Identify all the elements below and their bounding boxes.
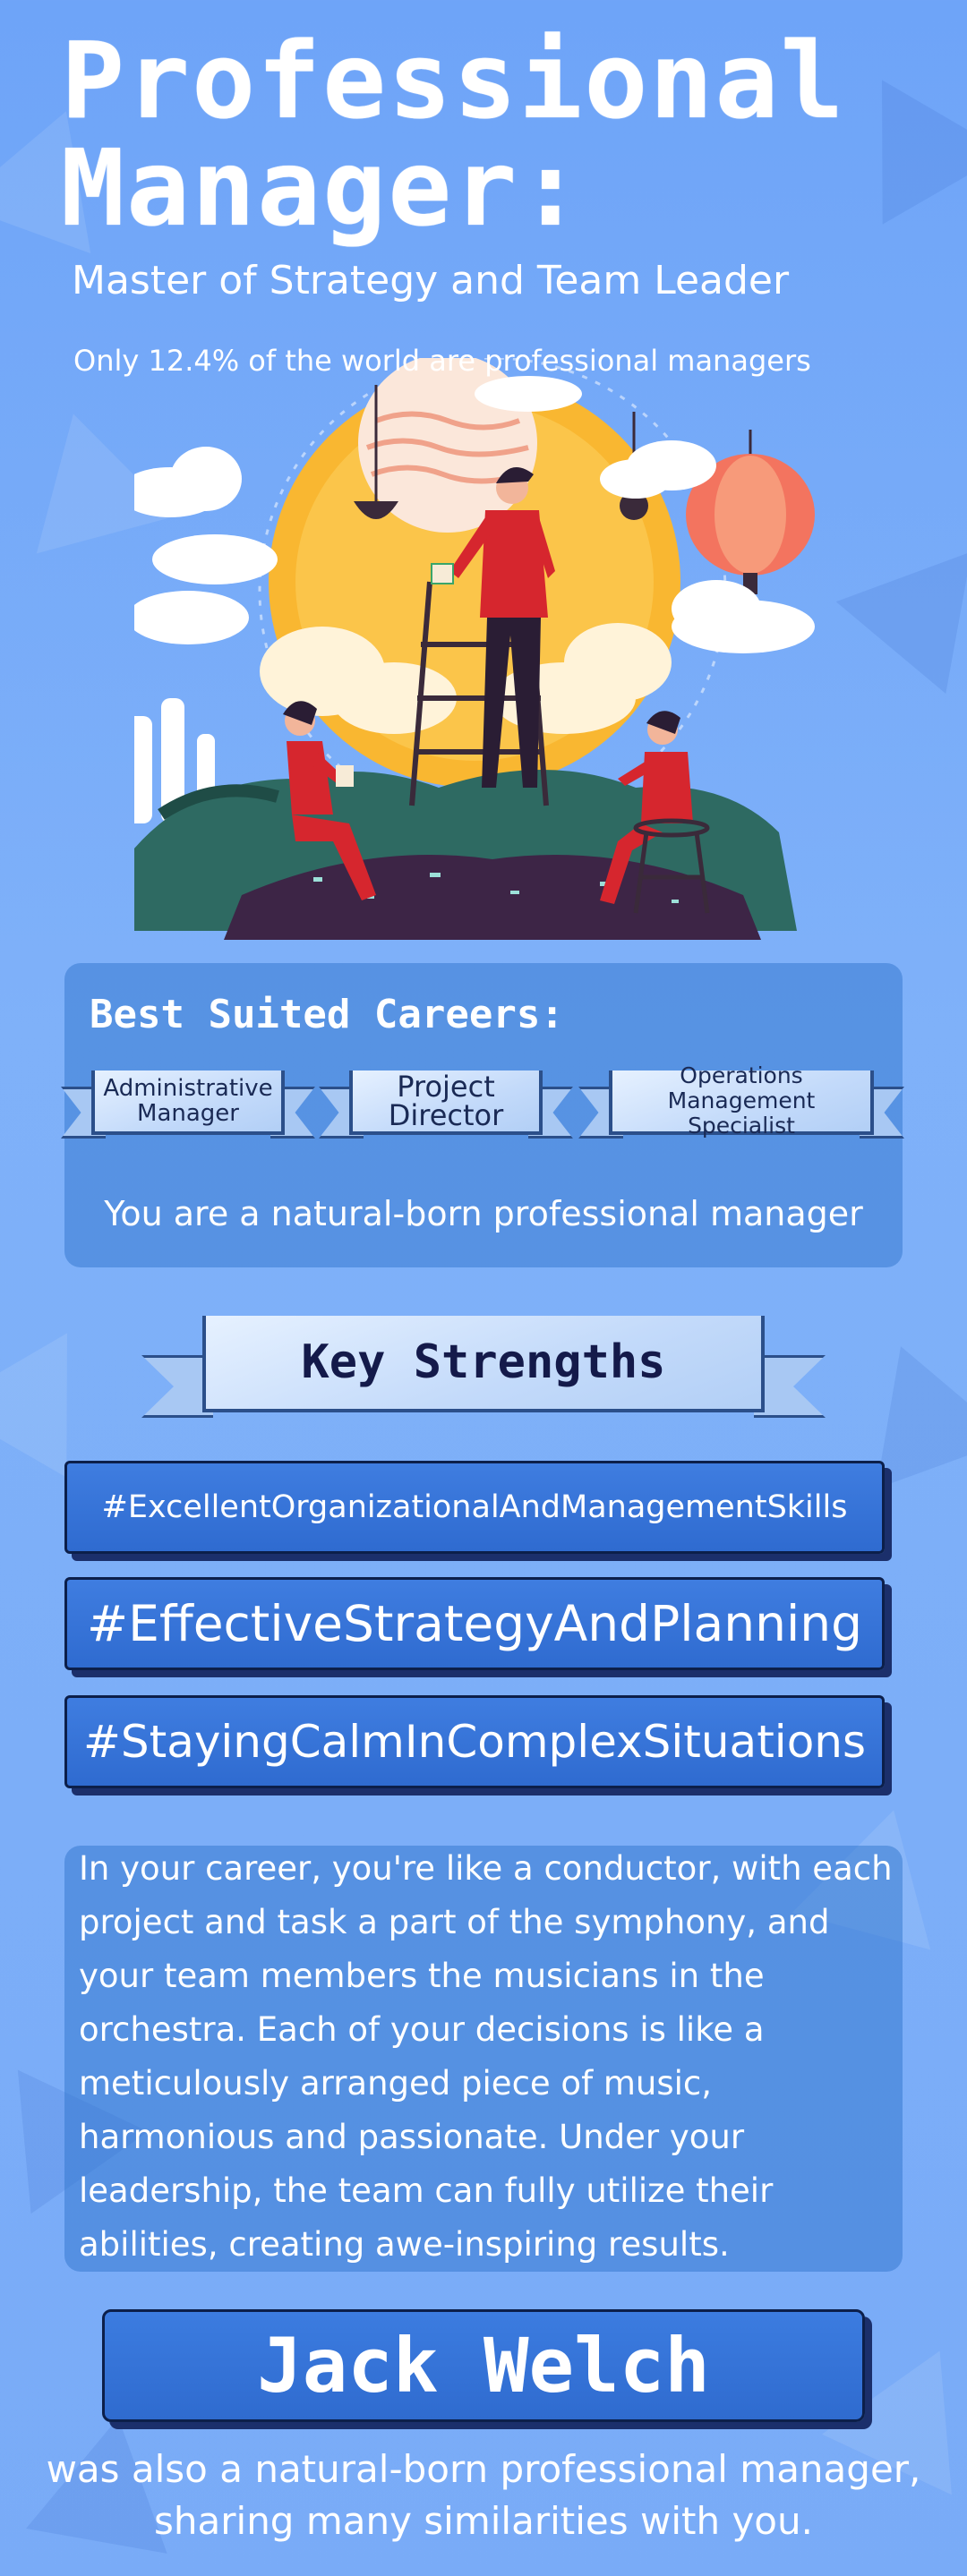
strength-tag: #EffectiveStrategyAndPlanning [64, 1577, 885, 1670]
career-ribbon: Operations Management Specialist [578, 1063, 904, 1140]
title-line-1: Professional [61, 19, 846, 142]
career-ribbon: Project Director [319, 1070, 573, 1140]
career-ribbon-label: Operations Management Specialist [609, 1063, 874, 1139]
career-ribbon-label: Administrative Manager [91, 1070, 285, 1135]
key-strengths-heading: Key Strengths [202, 1316, 765, 1412]
ribbon-tail-right [754, 1355, 826, 1418]
key-strengths-banner: Key Strengths [141, 1316, 826, 1423]
strength-tag: #StayingCalmInComplexSituations [64, 1695, 885, 1788]
page-subtitle: Master of Strategy and Team Leader [72, 258, 790, 303]
careers-summary: You are a natural-born professional mana… [104, 1194, 863, 1233]
famous-person-caption: was also a natural-born professional man… [46, 2447, 921, 2543]
stat-text: Only 12.4% of the world are professional… [73, 344, 811, 378]
career-ribbon-label: Project Director [349, 1070, 543, 1135]
career-ribbon: Administrative Manager [61, 1070, 315, 1140]
famous-person-name: Jack Welch [102, 2309, 865, 2422]
career-description: In your career, you're like a conductor,… [79, 1849, 893, 2264]
career-label-line: Administrative [103, 1075, 273, 1102]
background-triangle [835, 505, 967, 695]
title-line-2: Manager: [61, 126, 585, 250]
career-label-line: Operations [680, 1062, 803, 1088]
career-label-line: Director [388, 1098, 504, 1132]
manager-team-illustration [134, 358, 815, 940]
careers-heading: Best Suited Careers: [90, 992, 564, 1037]
career-label-line: Management Specialist [667, 1088, 816, 1139]
page-title: Professional Manager: [61, 27, 846, 242]
background-triangle [0, 1297, 130, 1478]
strength-tag: #ExcellentOrganizationalAndManagementSki… [64, 1461, 885, 1554]
career-label-line: Manager [137, 1100, 239, 1127]
